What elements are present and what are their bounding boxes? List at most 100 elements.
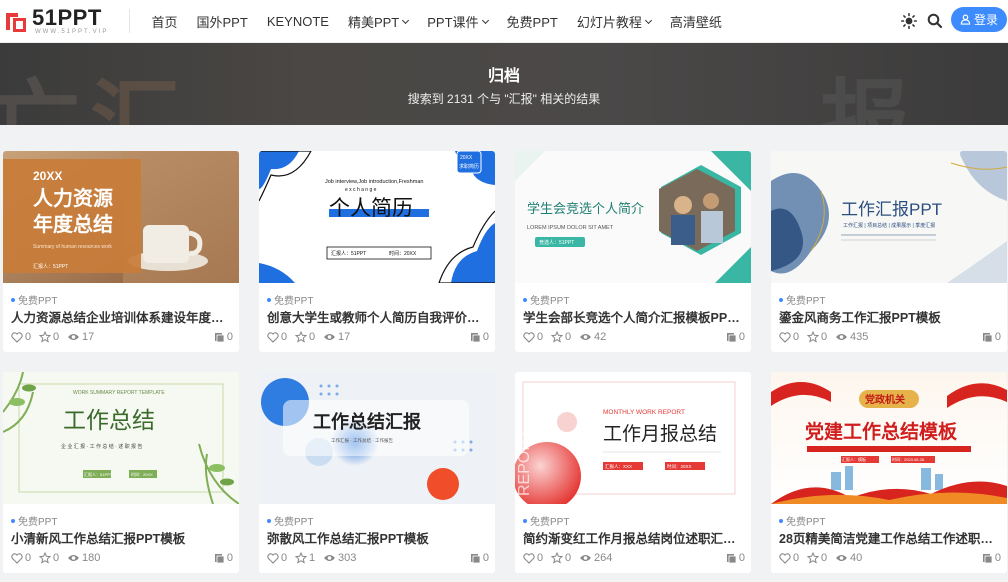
nav-item-wallpapers[interactable]: 高清壁纸	[660, 12, 731, 31]
search-icon[interactable]	[926, 12, 944, 30]
svg-text:求职简历: 求职简历	[459, 163, 479, 170]
favorite-count[interactable]: 0	[295, 331, 315, 343]
card-thumbnail[interactable]: 学生会竞选个人简介 LOREM IPSUM DOLOR SIT AMET 竞选人…	[515, 151, 751, 283]
heart-icon	[11, 552, 23, 564]
card-thumbnail[interactable]: REPORT MONTHLY WORK REPORT 工作月报总结 汇报人：XX…	[515, 372, 751, 504]
eye-icon	[836, 334, 847, 340]
site-logo[interactable]: 51PPT WWW.51PPT.VIP	[4, 4, 134, 38]
eye-icon	[68, 555, 79, 561]
stack-icon	[214, 332, 225, 342]
svg-text:汇报人：51PPT: 汇报人：51PPT	[84, 471, 113, 477]
post-card[interactable]: 学生会竞选个人简介 LOREM IPSUM DOLOR SIT AMET 竞选人…	[515, 151, 751, 352]
post-card[interactable]: 党政机关 党建工作总结模板 汇报人：模板 时间：2023.08.28 免费PPT…	[771, 372, 1007, 573]
favorite-count[interactable]: 0	[551, 552, 571, 564]
download-count: 0	[726, 552, 745, 564]
svg-text:竞选人：51PPT: 竞选人：51PPT	[539, 239, 574, 246]
card-thumbnail[interactable]: WORK SUMMARY REPORT TEMPLATE 工作总结 企 业 汇 …	[3, 372, 239, 504]
login-label: 登录	[973, 13, 998, 27]
favorite-count[interactable]: 1	[295, 552, 315, 564]
heart-icon	[779, 331, 791, 343]
card-title[interactable]: 弥散风工作总结汇报PPT模板	[267, 528, 489, 547]
login-button[interactable]: 登录	[951, 7, 1007, 32]
svg-text:党政机关: 党政机关	[865, 393, 905, 406]
favorite-count[interactable]: 0	[807, 552, 827, 564]
card-title[interactable]: 简约渐变红工作月报总结岗位述职汇报PPT模板	[523, 528, 745, 547]
logo-text: 51PPT	[32, 5, 102, 30]
favorite-count[interactable]: 0	[807, 331, 827, 343]
card-thumbnail[interactable]: 党政机关 党建工作总结模板 汇报人：模板 时间：2023.08.28	[771, 372, 1007, 504]
stack-icon	[214, 553, 225, 563]
view-count: 17	[67, 331, 94, 343]
nav-item-home[interactable]: 首页	[142, 12, 187, 31]
svg-text:人力资源: 人力资源	[33, 186, 113, 210]
logo-subtext: WWW.51PPT.VIP	[35, 29, 109, 35]
post-card[interactable]: 20XX 求职简历 Job interview,Job introduction…	[259, 151, 495, 352]
sun-icon[interactable]	[900, 12, 918, 30]
post-card[interactable]: 20XX 人力资源 年度总结 Summary of human resource…	[3, 151, 239, 352]
nav-item-ppt-courseware[interactable]: PPT课件	[418, 12, 497, 31]
nav-item-foreign-ppt[interactable]: 国外PPT	[187, 12, 257, 31]
card-title[interactable]: 小清新风工作总结汇报PPT模板	[11, 528, 233, 547]
chevron-down-icon	[644, 16, 652, 24]
user-icon	[960, 14, 971, 25]
nav-item-keynote[interactable]: KEYNOTE	[257, 14, 338, 29]
banner-background-art: 汇	[90, 73, 180, 125]
favorite-count[interactable]: 0	[39, 552, 59, 564]
svg-text:WORK SUMMARY REPORT TEMPLATE: WORK SUMMARY REPORT TEMPLATE	[73, 390, 165, 396]
banner-background-art: 报	[820, 73, 910, 125]
card-title[interactable]: 人力资源总结企业培训体系建设年度工作总结PPT模板	[11, 307, 233, 326]
card-category[interactable]: 免费PPT	[523, 292, 569, 307]
like-count[interactable]: 0	[11, 552, 31, 564]
svg-text:工作总结汇报: 工作总结汇报	[313, 411, 421, 432]
nav-item-slide-tutorials[interactable]: 幻灯片教程	[567, 12, 660, 31]
like-count[interactable]: 0	[523, 331, 543, 343]
card-category[interactable]: 免费PPT	[267, 513, 313, 528]
svg-text:年度总结: 年度总结	[33, 212, 113, 236]
card-thumbnail[interactable]: 20XX 求职简历 Job interview,Job introduction…	[259, 151, 495, 283]
post-card[interactable]: 工作总结汇报 工作汇报 · 工作总结 · 工作报告 免费PPT 弥散风工作总结汇…	[259, 372, 495, 573]
card-title[interactable]: 28页精美简洁党建工作总结工作述职报告PPT模板	[779, 528, 1001, 547]
card-thumbnail[interactable]: 20XX 人力资源 年度总结 Summary of human resource…	[3, 151, 239, 283]
like-count[interactable]: 0	[267, 331, 287, 343]
star-icon	[295, 552, 307, 564]
like-count[interactable]: 0	[779, 552, 799, 564]
card-thumbnail[interactable]: 工作总结汇报 工作汇报 · 工作总结 · 工作报告	[259, 372, 495, 504]
nav-item-premium-ppt[interactable]: 精美PPT	[338, 12, 417, 31]
stack-icon	[726, 332, 737, 342]
svg-text:Job interview,Job introduction: Job interview,Job introduction,Freshman	[325, 179, 423, 185]
svg-text:工作月报总结: 工作月报总结	[603, 423, 717, 445]
card-thumbnail[interactable]: 工作汇报PPT 工作汇报 | 项目总结 | 成果展示 | 季度汇报	[771, 151, 1007, 283]
post-card[interactable]: 工作汇报PPT 工作汇报 | 项目总结 | 成果展示 | 季度汇报 免费PPT …	[771, 151, 1007, 352]
favorite-count[interactable]: 0	[551, 331, 571, 343]
heart-icon	[523, 331, 535, 343]
eye-icon	[836, 555, 847, 561]
card-category[interactable]: 免费PPT	[779, 292, 825, 307]
like-count[interactable]: 0	[267, 552, 287, 564]
eye-icon	[324, 555, 335, 561]
page-title: 归档	[487, 68, 520, 85]
card-category[interactable]: 免费PPT	[11, 513, 57, 528]
card-category[interactable]: 免费PPT	[779, 513, 825, 528]
view-count: 264	[579, 552, 612, 564]
post-card[interactable]: WORK SUMMARY REPORT TEMPLATE 工作总结 企 业 汇 …	[3, 372, 239, 573]
card-title[interactable]: 创意大学生或教师个人简历自我评价介绍PPT模板	[267, 307, 489, 326]
download-count: 0	[470, 331, 489, 343]
card-title[interactable]: 学生会部长竞选个人简介汇报模板PPT模板	[523, 307, 745, 326]
star-icon	[295, 331, 307, 343]
chevron-down-icon	[481, 16, 489, 24]
nav-divider	[129, 9, 130, 33]
like-count[interactable]: 0	[523, 552, 543, 564]
main-nav: 首页 国外PPT KEYNOTE 精美PPT PPT课件 免费PPT 幻灯片教程…	[142, 0, 731, 43]
card-category[interactable]: 免费PPT	[11, 292, 57, 307]
card-category[interactable]: 免费PPT	[267, 292, 313, 307]
like-count[interactable]: 0	[779, 331, 799, 343]
archive-banner: 亡 汇 报 归档 搜索到 2131 个与 "汇报" 相关的结果	[0, 43, 1008, 125]
svg-text:时间：20XX: 时间：20XX	[389, 250, 417, 257]
card-category[interactable]: 免费PPT	[523, 513, 569, 528]
favorite-count[interactable]: 0	[39, 331, 59, 343]
svg-text:党建工作总结模板: 党建工作总结模板	[805, 420, 958, 443]
nav-item-free-ppt[interactable]: 免费PPT	[497, 12, 567, 31]
card-title[interactable]: 鎏金风商务工作汇报PPT模板	[779, 307, 1001, 326]
post-card[interactable]: REPORT MONTHLY WORK REPORT 工作月报总结 汇报人：XX…	[515, 372, 751, 573]
like-count[interactable]: 0	[11, 331, 31, 343]
